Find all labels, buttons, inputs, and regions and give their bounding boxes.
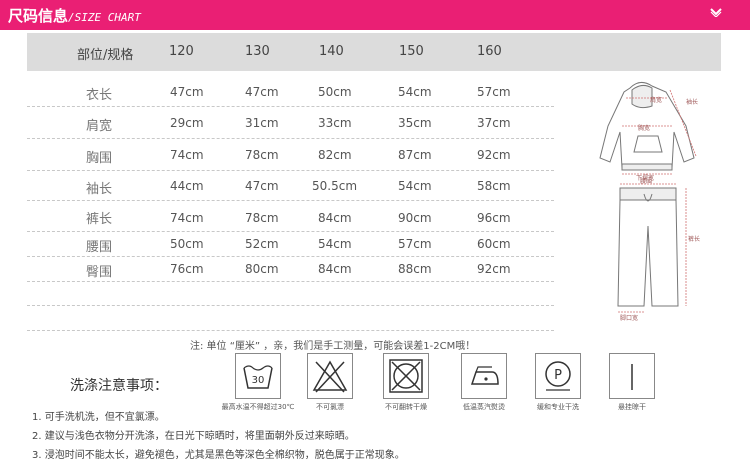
- column-header-160: 160: [477, 44, 502, 59]
- row-divider: [27, 138, 554, 139]
- table-cell: 44cm: [170, 179, 204, 193]
- table-cell: 52cm: [245, 237, 279, 251]
- table-cell: 74cm: [170, 148, 204, 162]
- leg-opening-label: 脚口宽: [620, 314, 638, 322]
- table-cell: 47cm: [245, 85, 279, 99]
- dry-clean-p-icon: P: [535, 353, 581, 399]
- table-cell: 82cm: [318, 148, 352, 162]
- row-label: 臀围: [86, 265, 113, 280]
- row-label: 胸围: [86, 151, 113, 166]
- table-cell: 78cm: [245, 211, 279, 225]
- column-header-150: 150: [399, 44, 424, 59]
- chevron-down-icon[interactable]: [710, 6, 722, 21]
- wash-symbol: 低温蒸汽熨烫: [446, 353, 522, 412]
- row-divider: [27, 200, 554, 201]
- row-label: 裤长: [86, 212, 113, 227]
- table-cell: 57cm: [398, 237, 432, 251]
- section-subtitle: /SIZE CHART: [68, 11, 141, 24]
- no-bleach-icon: [307, 353, 353, 399]
- washing-title: 洗涤注意事项：: [70, 378, 168, 394]
- table-cell: 54cm: [398, 179, 432, 193]
- shoulder-label: 肩宽: [650, 96, 662, 104]
- table-cell: 76cm: [170, 262, 204, 276]
- wash-symbol-label: 不可翻转干燥: [385, 403, 427, 411]
- section-title: 尺码信息/SIZE CHART: [8, 5, 141, 26]
- table-cell: 87cm: [398, 148, 432, 162]
- wash-symbol: P 缓和专业干洗: [520, 353, 596, 412]
- section-title-text: 尺码信息: [8, 7, 69, 25]
- table-cell: 92cm: [477, 262, 511, 276]
- wash-temp-mark: 30: [252, 375, 265, 386]
- row-divider: [27, 170, 554, 171]
- wash-symbol: 不可氯漂: [292, 353, 368, 412]
- wash-instruction: 3. 浸泡时间不能太长，避免褪色，尤其是黑色等深色全棉织物，脱色属于正常现象。: [32, 450, 405, 461]
- column-header-130: 130: [245, 44, 270, 59]
- table-cell: 84cm: [318, 262, 352, 276]
- row-divider: [27, 305, 554, 306]
- wash-30-icon: 30: [235, 353, 281, 399]
- section-header: 尺码信息/SIZE CHART: [0, 0, 750, 30]
- table-cell: 74cm: [170, 211, 204, 225]
- table-cell: 84cm: [318, 211, 352, 225]
- table-cell: 33cm: [318, 116, 352, 130]
- hang-dry-icon: [609, 353, 655, 399]
- table-cell: 50cm: [318, 85, 352, 99]
- pants-illustration: [617, 187, 679, 307]
- table-cell: 92cm: [477, 148, 511, 162]
- table-cell: 50.5cm: [312, 179, 358, 193]
- table-cell: 88cm: [398, 262, 432, 276]
- chest-label: 胸宽: [638, 124, 650, 132]
- wash-symbol-label: 不可氯漂: [316, 403, 344, 411]
- table-cell: 47cm: [170, 85, 204, 99]
- table-cell: 80cm: [245, 262, 279, 276]
- table-cell: 47cm: [245, 179, 279, 193]
- wash-symbol: 30 最高水温不得超过30℃: [220, 353, 296, 412]
- table-cell: 90cm: [398, 211, 432, 225]
- table-cell: 31cm: [245, 116, 279, 130]
- table-cell: 37cm: [477, 116, 511, 130]
- table-cell: 54cm: [318, 237, 352, 251]
- wash-symbol-label: 低温蒸汽熨烫: [463, 403, 505, 411]
- row-divider: [27, 256, 554, 257]
- wash-symbol: 悬挂晾干: [594, 353, 670, 412]
- column-header-140: 140: [319, 44, 344, 59]
- dry-clean-mark: P: [554, 368, 562, 383]
- table-cell: 35cm: [398, 116, 432, 130]
- row-label: 肩宽: [86, 119, 113, 134]
- column-header-part: 部位/规格: [77, 48, 134, 63]
- sleeve-label: 袖长: [686, 98, 698, 106]
- row-label: 袖长: [86, 182, 113, 197]
- table-cell: 57cm: [477, 85, 511, 99]
- table-cell: 58cm: [477, 179, 511, 193]
- row-divider: [27, 106, 554, 107]
- waist-label: 腰围: [640, 178, 652, 185]
- size-table-header: 部位/规格 120 130 140 150 160: [27, 33, 721, 71]
- column-header-120: 120: [169, 44, 194, 59]
- measurement-note: 注: 单位 “厘米” ，亲，我们是手工测量，可能会误差1-2CM哦！: [190, 341, 476, 352]
- low-iron-icon: [461, 353, 507, 399]
- pants-length-label: 裤长: [688, 235, 700, 243]
- row-divider: [27, 281, 554, 282]
- row-divider: [27, 330, 554, 331]
- wash-instruction: 2. 建议与浅色衣物分开洗涤，在日光下晾晒时，将里面朝外反过来晾晒。: [32, 431, 355, 442]
- garment-diagram: 肩宽 袖长 胸宽 下摆宽 腰围 裤长 脚口宽: [599, 82, 700, 322]
- wash-symbol-label: 悬挂晾干: [618, 403, 646, 411]
- wash-symbol-label: 最高水温不得超过30℃: [221, 403, 295, 411]
- table-cell: 96cm: [477, 211, 511, 225]
- row-label: 衣长: [86, 88, 113, 103]
- table-cell: 78cm: [245, 148, 279, 162]
- table-cell: 60cm: [477, 237, 511, 251]
- wash-instruction: 1. 可手洗机洗，但不宜氯漂。: [32, 412, 165, 423]
- table-cell: 29cm: [170, 116, 204, 130]
- no-tumble-dry-icon: [383, 353, 429, 399]
- row-label: 腰围: [86, 240, 113, 255]
- table-cell: 50cm: [170, 237, 204, 251]
- table-cell: 54cm: [398, 85, 432, 99]
- wash-symbol-label: 缓和专业干洗: [537, 403, 579, 411]
- row-divider: [27, 231, 554, 232]
- wash-symbol: 不可翻转干燥: [368, 353, 444, 412]
